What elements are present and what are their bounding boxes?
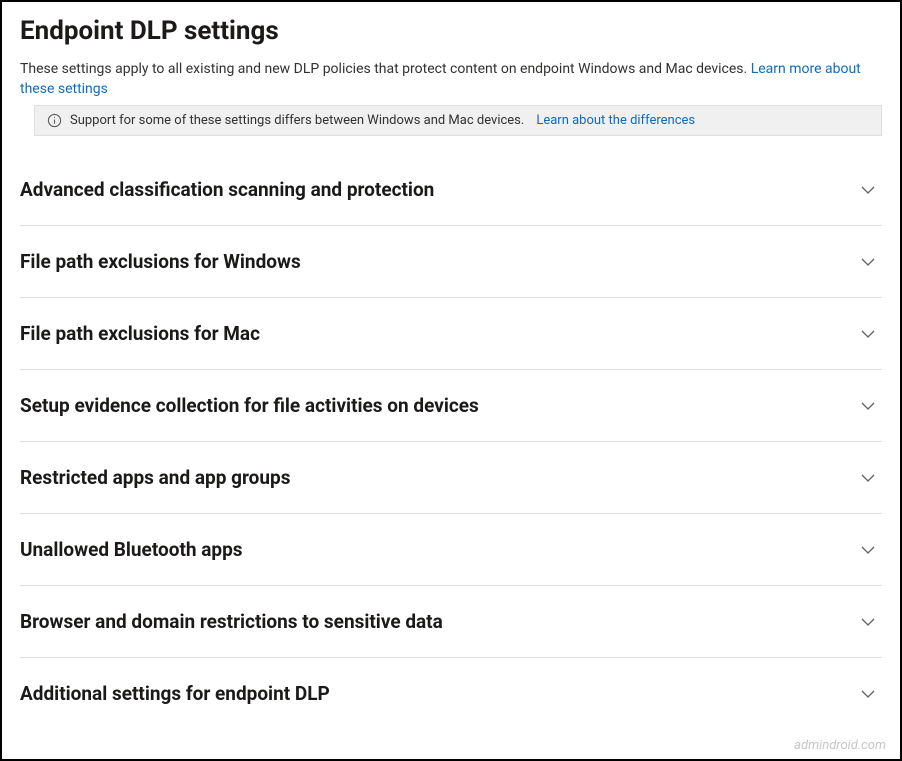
section-restricted-apps[interactable]: Restricted apps and app groups — [20, 442, 882, 514]
page-description: These settings apply to all existing and… — [20, 60, 882, 99]
section-title: File path exclusions for Windows — [20, 250, 301, 273]
sections-container: Advanced classification scanning and pro… — [20, 166, 882, 729]
section-additional-settings[interactable]: Additional settings for endpoint DLP — [20, 658, 882, 729]
banner-text: Support for some of these settings diffe… — [70, 113, 524, 128]
chevron-down-icon — [858, 612, 878, 632]
section-title: Restricted apps and app groups — [20, 466, 290, 489]
chevron-down-icon — [858, 180, 878, 200]
chevron-down-icon — [858, 396, 878, 416]
section-evidence-collection[interactable]: Setup evidence collection for file activ… — [20, 370, 882, 442]
banner-link[interactable]: Learn about the differences — [536, 113, 695, 128]
section-file-path-exclusions-mac[interactable]: File path exclusions for Mac — [20, 298, 882, 370]
section-unallowed-bluetooth[interactable]: Unallowed Bluetooth apps — [20, 514, 882, 586]
watermark: admindroid.com — [794, 738, 886, 753]
info-icon — [47, 113, 62, 128]
chevron-down-icon — [858, 324, 878, 344]
section-title: Additional settings for endpoint DLP — [20, 682, 330, 705]
chevron-down-icon — [858, 540, 878, 560]
section-title: Browser and domain restrictions to sensi… — [20, 610, 443, 633]
section-title: Advanced classification scanning and pro… — [20, 178, 434, 201]
section-browser-domain-restrictions[interactable]: Browser and domain restrictions to sensi… — [20, 586, 882, 658]
section-advanced-classification[interactable]: Advanced classification scanning and pro… — [20, 166, 882, 226]
info-banner: Support for some of these settings diffe… — [34, 105, 882, 136]
section-title: Setup evidence collection for file activ… — [20, 394, 479, 417]
section-file-path-exclusions-windows[interactable]: File path exclusions for Windows — [20, 226, 882, 298]
section-title: Unallowed Bluetooth apps — [20, 538, 243, 561]
chevron-down-icon — [858, 468, 878, 488]
chevron-down-icon — [858, 684, 878, 704]
chevron-down-icon — [858, 252, 878, 272]
description-text: These settings apply to all existing and… — [20, 61, 751, 77]
page-title: Endpoint DLP settings — [20, 16, 882, 46]
section-title: File path exclusions for Mac — [20, 322, 260, 345]
